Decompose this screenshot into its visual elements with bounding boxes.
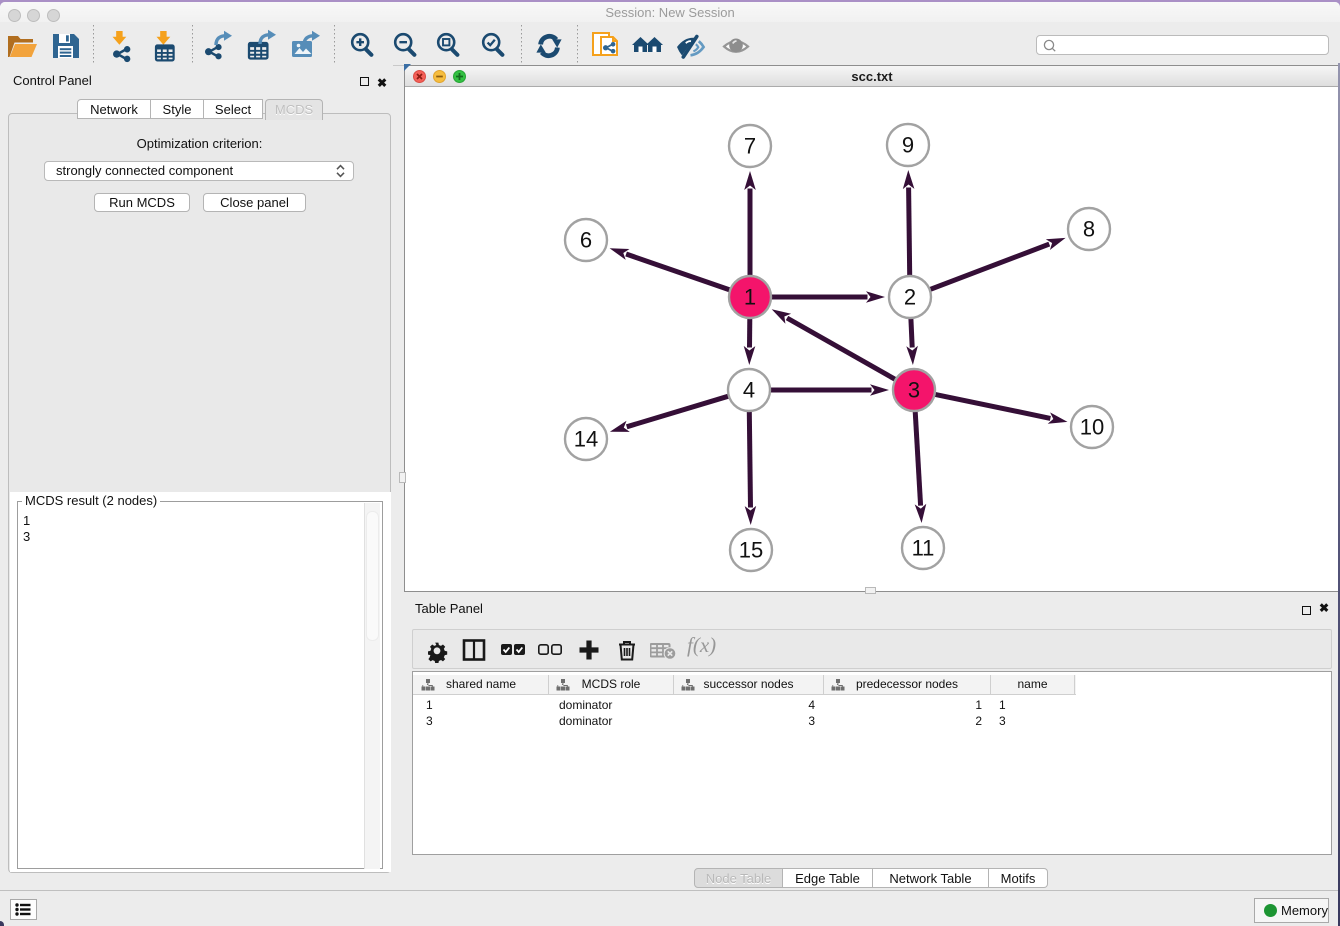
svg-text:9: 9 [902, 133, 914, 158]
svg-text:10: 10 [1080, 415, 1104, 440]
svg-text:1: 1 [744, 285, 756, 310]
svg-text:7: 7 [744, 134, 756, 159]
svg-text:6: 6 [580, 228, 592, 253]
svg-text:3: 3 [908, 378, 920, 403]
svg-text:2: 2 [904, 285, 916, 310]
svg-text:11: 11 [912, 536, 935, 561]
svg-text:8: 8 [1083, 217, 1095, 242]
svg-text:15: 15 [739, 538, 763, 563]
svg-text:4: 4 [743, 378, 755, 403]
svg-text:14: 14 [574, 427, 598, 452]
